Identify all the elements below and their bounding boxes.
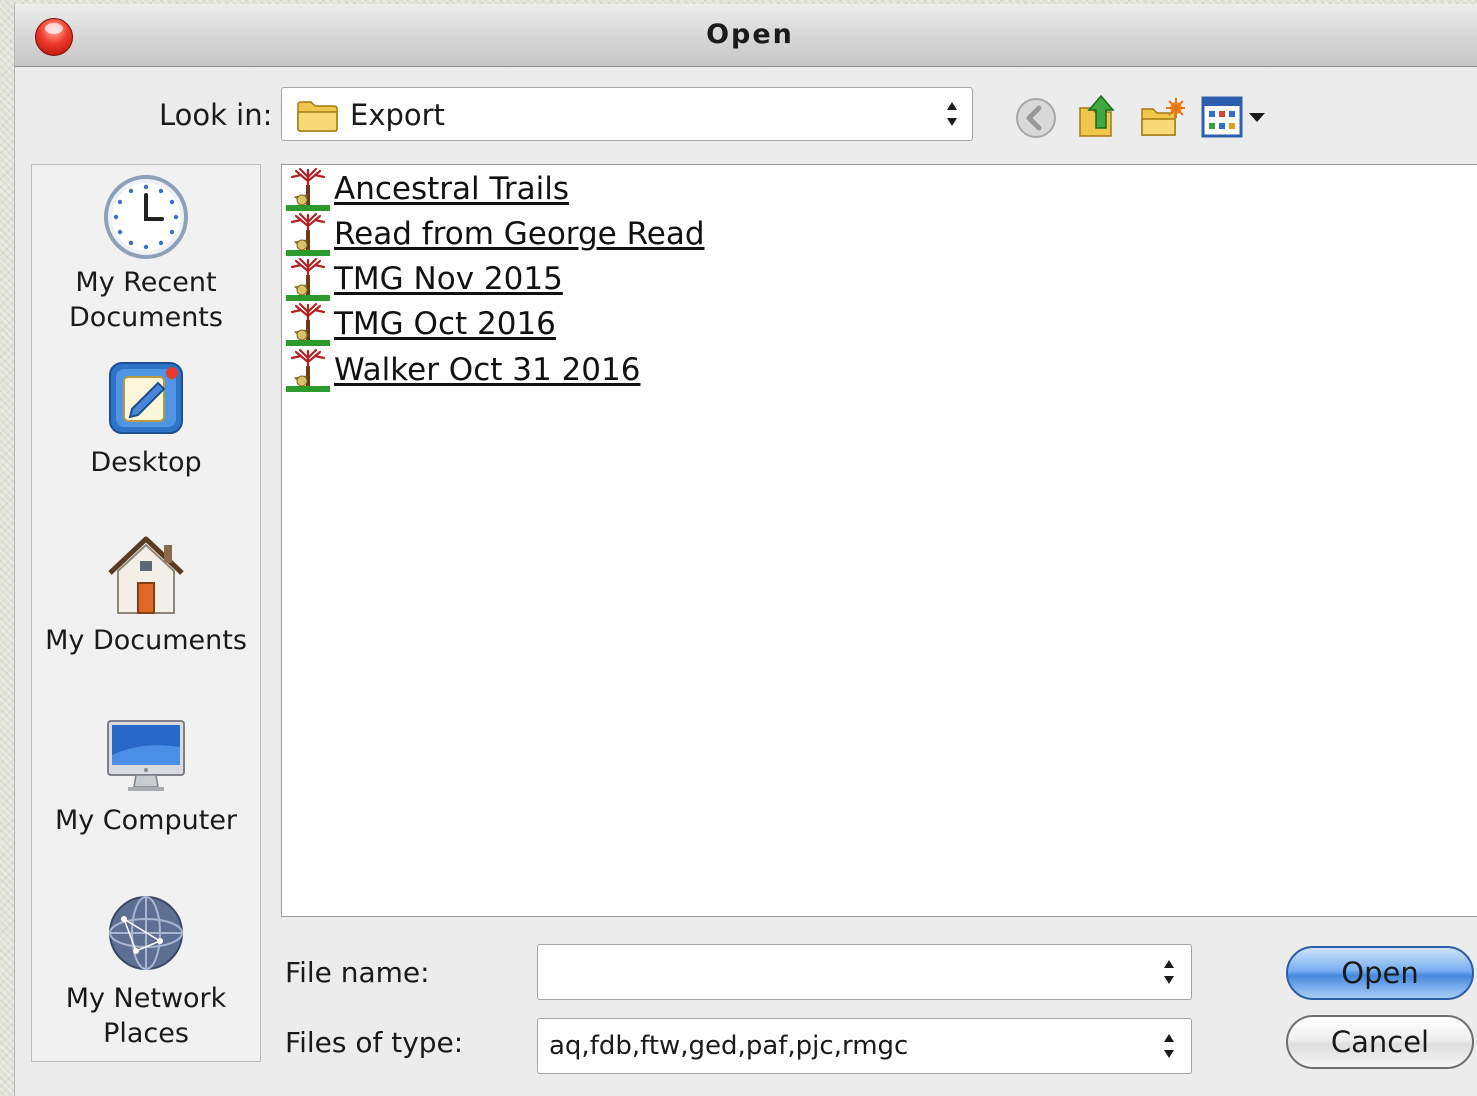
- list-item[interactable]: Ancestral Trails: [286, 167, 569, 211]
- back-icon[interactable]: [1015, 97, 1057, 139]
- files-of-type-value: aq,fdb,ftw,ged,paf,pjc,rmgc: [549, 1031, 909, 1061]
- file-name-label: File name:: [285, 956, 430, 989]
- title-bar[interactable]: Open: [15, 4, 1477, 67]
- open-button[interactable]: Open: [1286, 946, 1474, 1000]
- my-documents-icon: [108, 536, 184, 614]
- list-item[interactable]: TMG Oct 2016: [286, 302, 556, 346]
- family-tree-file-icon: [286, 348, 330, 392]
- family-tree-file-icon: [286, 212, 330, 256]
- family-tree-file-icon: [286, 257, 330, 301]
- place-label: My Recent: [75, 267, 217, 298]
- list-item[interactable]: Walker Oct 31 2016: [286, 348, 640, 392]
- place-label: My Network: [65, 983, 227, 1014]
- place-my-computer[interactable]: My Computer: [32, 711, 260, 838]
- file-name-input[interactable]: [537, 944, 1192, 1000]
- family-tree-file-icon: [286, 302, 330, 346]
- files-of-type-select[interactable]: aq,fdb,ftw,ged,paf,pjc,rmgc: [537, 1018, 1192, 1074]
- cancel-button[interactable]: Cancel: [1286, 1015, 1474, 1069]
- desktop-icon: [109, 362, 183, 434]
- place-label: My Computer: [54, 805, 238, 836]
- dropdown-arrows-icon[interactable]: [1161, 954, 1177, 990]
- list-item[interactable]: TMG Nov 2015: [286, 257, 563, 301]
- new-folder-icon[interactable]: [1139, 97, 1185, 139]
- network-places-icon: [109, 896, 183, 970]
- file-name: Walker Oct 31 2016: [334, 352, 641, 388]
- file-name: TMG Oct 2016: [334, 306, 556, 342]
- dropdown-arrows-icon: [947, 102, 957, 126]
- family-tree-file-icon: [286, 167, 330, 211]
- file-name: TMG Nov 2015: [334, 261, 563, 297]
- place-recent-documents[interactable]: My Recent Documents: [32, 173, 260, 335]
- recent-documents-icon: [104, 175, 188, 259]
- folder-icon: [297, 101, 338, 132]
- file-name: Read from George Read: [334, 216, 705, 252]
- place-label: Documents: [69, 302, 223, 333]
- places-bar: My Recent Documents Desktop My Documents: [31, 164, 261, 1062]
- place-label: Places: [103, 1018, 189, 1049]
- place-network-places[interactable]: My Network Places: [32, 889, 260, 1051]
- window-title: Open: [706, 19, 794, 50]
- files-of-type-label: Files of type:: [285, 1026, 464, 1059]
- up-folder-icon[interactable]: [1077, 92, 1121, 140]
- file-list[interactable]: Ancestral Trails Read from George Read T…: [281, 164, 1477, 917]
- place-label: Desktop: [90, 447, 202, 478]
- place-my-documents[interactable]: My Documents: [32, 531, 260, 658]
- place-label: My Documents: [45, 625, 247, 656]
- list-item[interactable]: Read from George Read: [286, 212, 705, 256]
- open-dialog: Open Look in: Export My Recent Documents…: [14, 4, 1477, 1096]
- file-name: Ancestral Trails: [334, 171, 569, 207]
- view-menu-icon[interactable]: [1201, 95, 1269, 139]
- dropdown-arrows-icon[interactable]: [1161, 1028, 1177, 1064]
- look-in-label: Look in:: [159, 98, 273, 132]
- look-in-value: Export: [350, 98, 445, 132]
- place-desktop[interactable]: Desktop: [32, 353, 260, 480]
- my-computer-icon: [107, 720, 185, 791]
- look-in-dropdown[interactable]: Export: [281, 87, 973, 141]
